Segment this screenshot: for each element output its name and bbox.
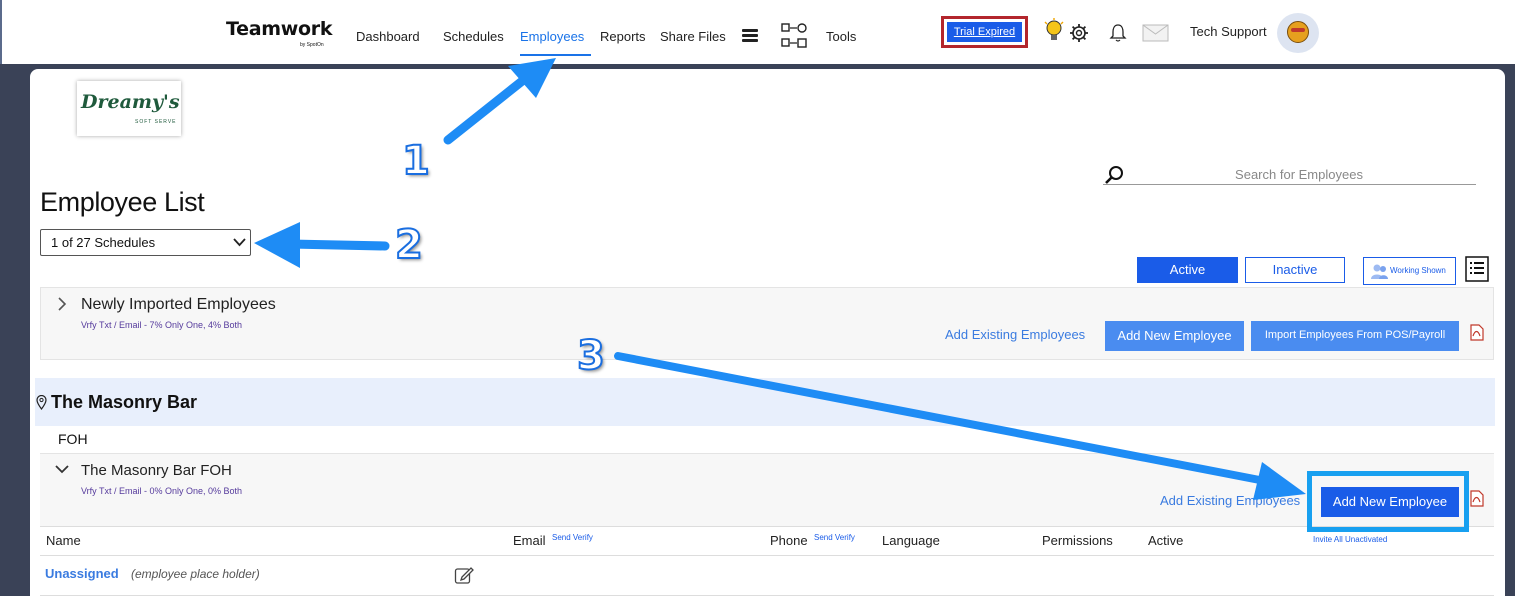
working-shown-button[interactable]: Working Shown (1363, 257, 1456, 285)
employee-note: (employee place holder) (131, 567, 260, 581)
nav-schedules[interactable]: Schedules (443, 29, 504, 44)
top-nav-bar: Teamwork by SpotOn Dashboard Schedules E… (0, 0, 1515, 64)
step-1-callout: 1 (401, 137, 431, 185)
col-email[interactable]: Email (513, 533, 546, 548)
schedule-select-value: 1 of 27 Schedules (51, 235, 156, 250)
trial-expired-label[interactable]: Trial Expired (947, 22, 1022, 42)
imported-group-stats: Vrfy Txt / Email - 7% Only One, 4% Both (81, 320, 243, 330)
brand-tagline: SOFT SERVE (135, 119, 177, 125)
email-send-verify-link[interactable]: Send Verify (552, 533, 593, 542)
avatar[interactable] (1277, 13, 1319, 53)
page-title: Employee List (40, 187, 205, 217)
chevron-down-icon[interactable] (55, 464, 69, 474)
imported-group-title[interactable]: Newly Imported Employees (81, 296, 276, 314)
location-name: The Masonry Bar (51, 392, 198, 412)
foh-group-stats: Vrfy Txt / Email - 0% Only One, 0% Both (81, 486, 243, 496)
lightbulb-icon[interactable] (1043, 18, 1065, 44)
workflow-icon[interactable] (780, 22, 810, 50)
stack-icon[interactable] (741, 28, 759, 44)
employee-search (1103, 165, 1476, 185)
nav-dashboard[interactable]: Dashboard (356, 29, 420, 44)
user-name[interactable]: Tech Support (1190, 24, 1267, 39)
add-new-employee-button[interactable]: Add New Employee (1105, 321, 1244, 351)
nav-tools[interactable]: Tools (826, 29, 856, 44)
employee-name-link[interactable]: Unassigned (45, 566, 119, 581)
nav-employees[interactable]: Employees (520, 29, 584, 44)
foh-group (40, 453, 1494, 526)
working-shown-label: Working Shown (1390, 266, 1446, 275)
employee-table-header (40, 526, 1494, 556)
invite-all-unactivated-link[interactable]: Invite All Unactivated (1313, 535, 1387, 544)
filter-inactive-button[interactable]: Inactive (1245, 257, 1345, 283)
brand-name: Dreamy's (81, 91, 180, 113)
phone-send-verify-link[interactable]: Send Verify (814, 533, 855, 542)
col-language[interactable]: Language (882, 533, 940, 548)
foh-group-title[interactable]: The Masonry Bar FOH (81, 462, 232, 479)
nav-share-files[interactable]: Share Files (660, 29, 726, 44)
avatar-emoji-icon (1287, 21, 1309, 43)
trial-expired-badge[interactable]: Trial Expired (941, 16, 1028, 48)
step-3-callout: 3 (576, 332, 606, 380)
foh-add-existing-employees-link[interactable]: Add Existing Employees (1160, 493, 1300, 508)
search-icon[interactable] (1103, 165, 1125, 185)
bell-icon[interactable] (1109, 23, 1127, 43)
location-pin-icon (36, 395, 47, 410)
list-view-icon[interactable] (1465, 256, 1489, 282)
search-input[interactable] (1129, 165, 1469, 183)
gear-icon[interactable] (1069, 23, 1089, 43)
nav-reports[interactable]: Reports (600, 29, 646, 44)
col-name[interactable]: Name (46, 533, 81, 548)
edit-icon[interactable] (454, 565, 474, 585)
col-active[interactable]: Active (1148, 533, 1183, 548)
col-phone[interactable]: Phone (770, 533, 808, 548)
chevron-down-icon (233, 238, 246, 247)
add-existing-employees-link[interactable]: Add Existing Employees (945, 327, 1085, 342)
pdf-icon[interactable] (1470, 490, 1484, 507)
pdf-icon[interactable] (1470, 324, 1484, 341)
col-permissions[interactable]: Permissions (1042, 533, 1113, 548)
import-pos-payroll-button[interactable]: Import Employees From POS/Payroll (1251, 321, 1459, 351)
highlight-box (1307, 471, 1469, 532)
step-2-callout: 2 (394, 221, 424, 269)
users-icon (1371, 264, 1388, 279)
chevron-right-icon[interactable] (57, 297, 67, 311)
logo-text: Teamwork (226, 18, 333, 40)
teamwork-logo[interactable]: Teamwork by SpotOn (226, 18, 333, 48)
filter-active-button[interactable]: Active (1137, 257, 1238, 283)
active-nav-indicator (520, 54, 591, 56)
brand-logo: Dreamy's SOFT SERVE (77, 81, 181, 136)
mail-icon[interactable] (1142, 24, 1169, 42)
logo-sub: by SpotOn (300, 42, 324, 48)
schedule-select[interactable]: 1 of 27 Schedules (40, 229, 251, 256)
section-label: FOH (58, 431, 88, 447)
location-header (35, 378, 1495, 426)
